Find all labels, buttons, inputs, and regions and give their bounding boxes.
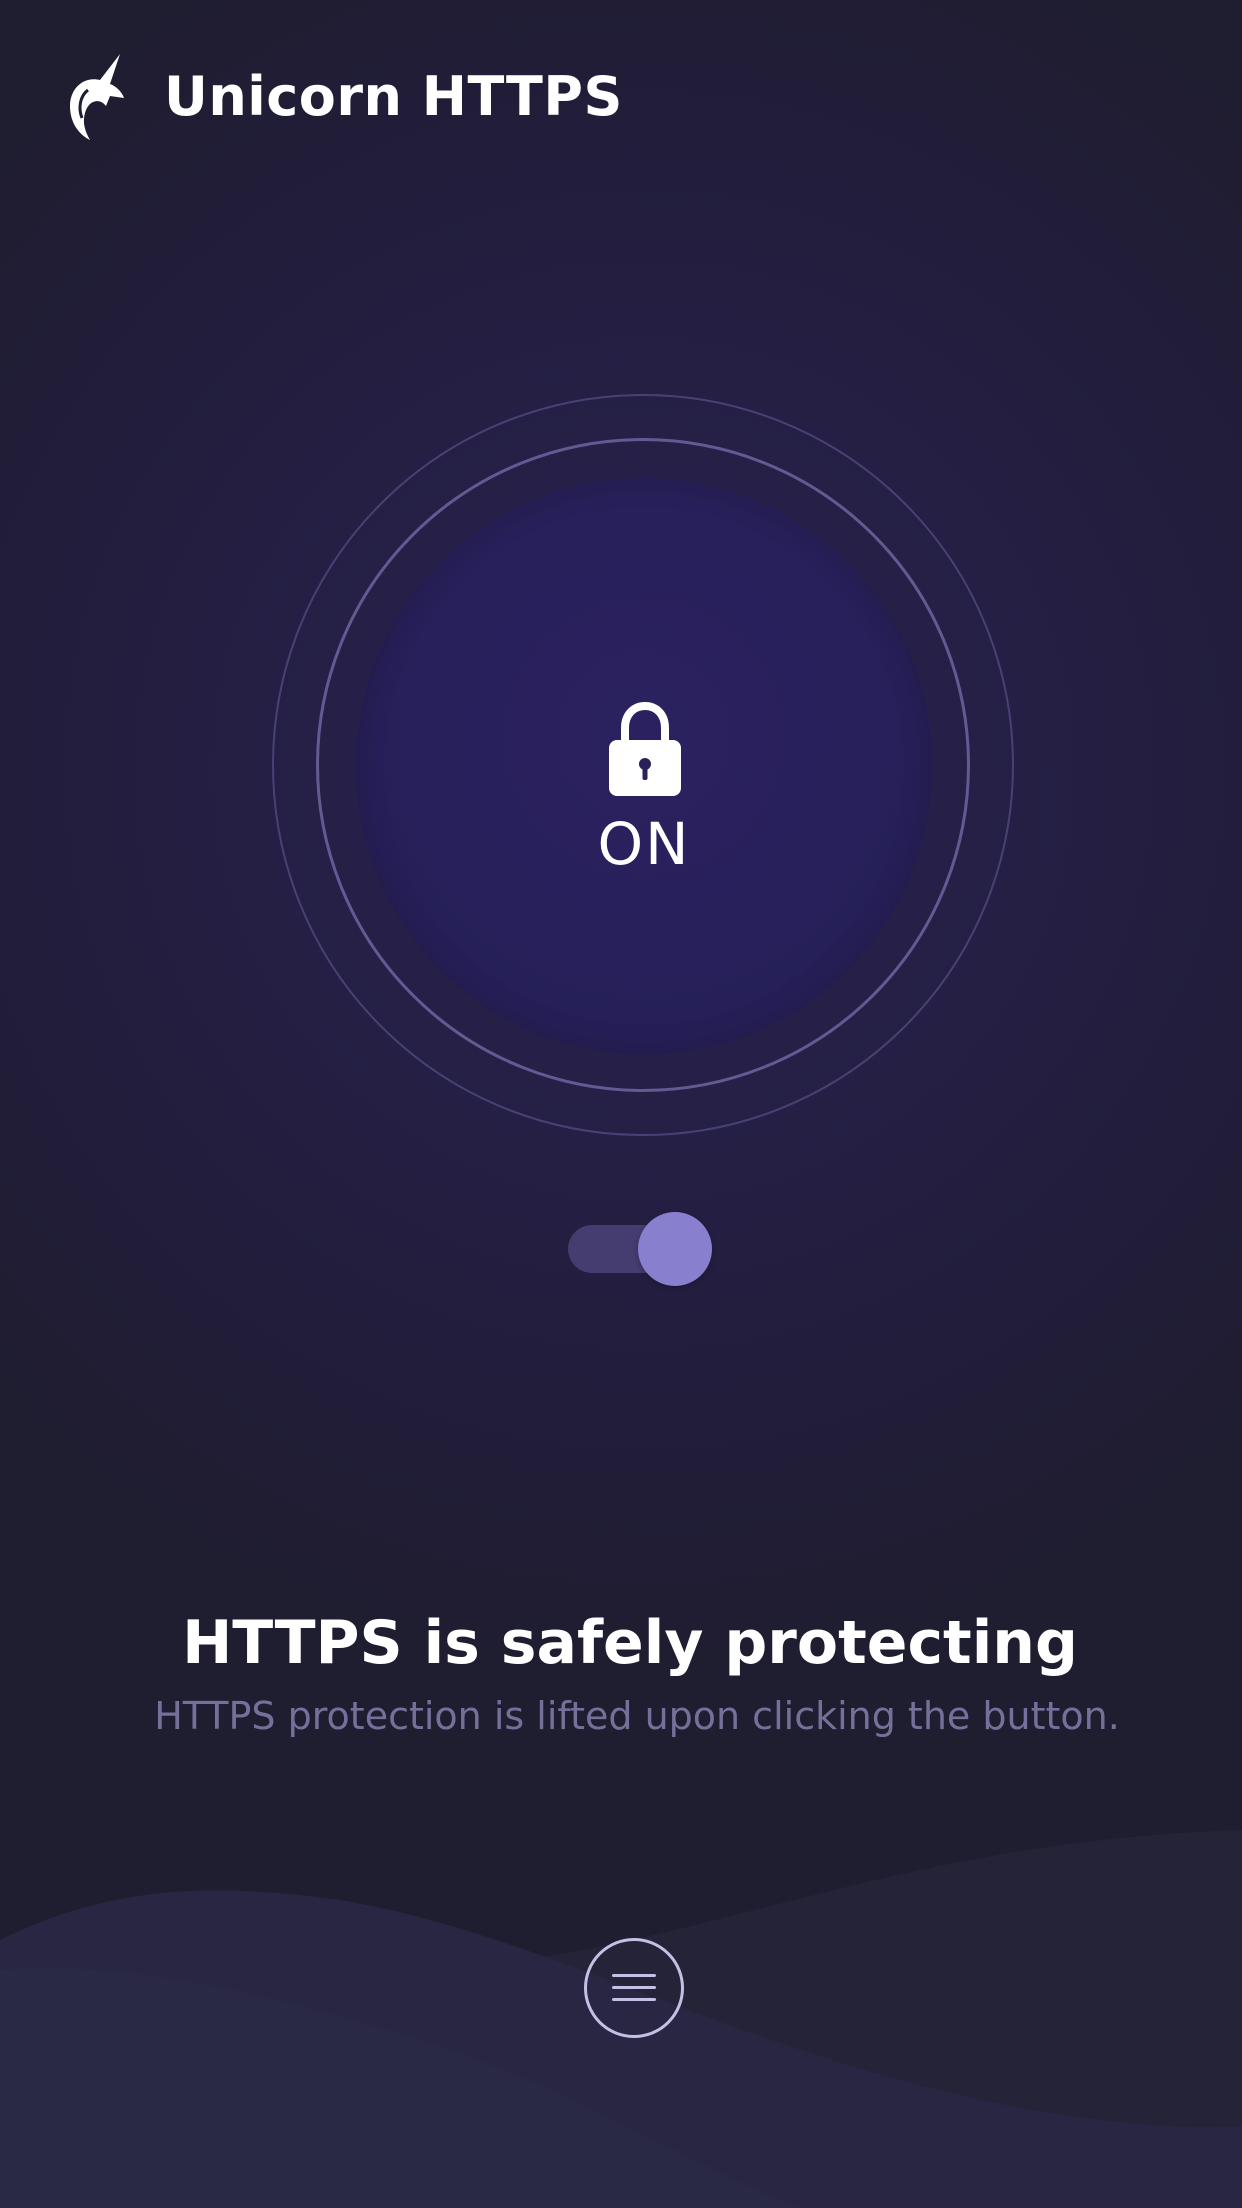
app-title: Unicorn HTTPS [164, 64, 623, 128]
unicorn-logo-icon [70, 54, 124, 140]
protection-toggle[interactable] [568, 1212, 714, 1286]
status-subtitle: HTTPS protection is lifted upon clicking… [154, 1694, 1120, 1738]
toggle-knob [638, 1212, 712, 1286]
protection-state-label: ON [597, 810, 691, 878]
hamburger-menu-icon [612, 1974, 656, 2001]
main-screen: Unicorn HTTPS ON HTTPS is safely protect… [0, 0, 1242, 2208]
status-title: HTTPS is safely protecting [182, 1608, 1078, 1678]
lock-icon [609, 701, 681, 796]
menu-button[interactable] [584, 1938, 684, 2038]
app-header: Unicorn HTTPS [66, 50, 623, 142]
